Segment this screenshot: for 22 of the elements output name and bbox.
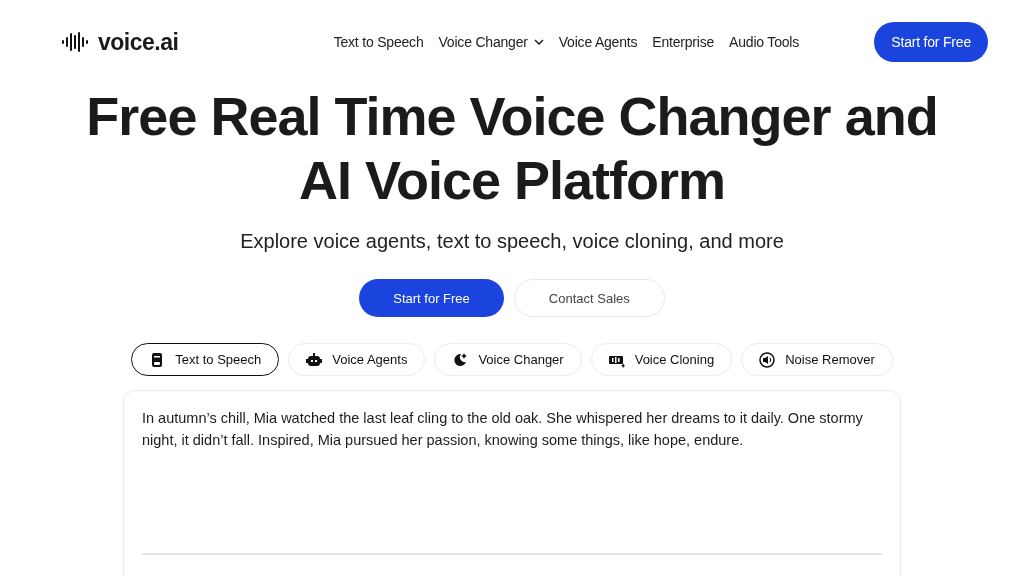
- text-editor[interactable]: [123, 390, 901, 576]
- editor-text: In autumn’s chill, Mia watched the last leaf cling to the old oak. She whispered her dreams to it daily. One stormy night, it didn’t fall. Inspired, Mia pursued her passion, knowing some things, like hope, endure.: [142, 409, 864, 450]
- tab[interactable]: Voice Agents: [288, 343, 426, 376]
- nav-link[interactable]: Voice Agents: [558, 34, 638, 50]
- hero-heading: Free Real Time Voice Changer and AI Voice Platform: [85, 85, 939, 212]
- nav-link[interactable]: Text to Speech: [333, 34, 424, 50]
- logo-text[interactable]: voice.ai: [98, 28, 179, 56]
- tab[interactable]: Noise Remover: [741, 343, 893, 376]
- start-button[interactable]: Start for Free: [359, 279, 504, 317]
- tab[interactable]: Text to Speech: [131, 343, 280, 376]
- nav-link[interactable]: Enterprise: [652, 34, 715, 50]
- caret-icon: [533, 39, 544, 45]
- robot-icon: [306, 351, 323, 368]
- tab[interactable]: Voice Changer: [434, 343, 582, 376]
- tab[interactable]: Voice Cloning: [590, 343, 733, 376]
- speaker-icon: [759, 351, 776, 368]
- nav-dropdown[interactable]: Voice Changer: [438, 34, 544, 50]
- contact-button[interactable]: Contact Sales: [513, 279, 665, 317]
- start-button[interactable]: Start for Free: [874, 22, 988, 62]
- moon-icon: [452, 351, 469, 368]
- nav-link[interactable]: Audio Tools: [729, 34, 800, 50]
- hero-subtitle: Explore voice agents, text to speech, voice cloning, and more: [240, 230, 784, 253]
